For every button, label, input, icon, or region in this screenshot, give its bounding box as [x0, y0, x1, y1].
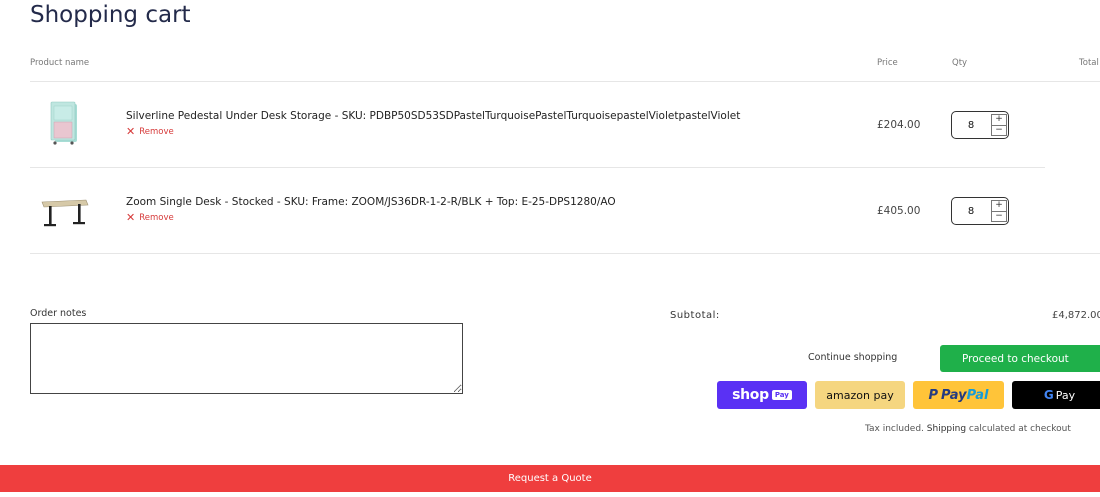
decrement-button[interactable]: − [992, 125, 1006, 136]
paypal-button[interactable]: P PayPal [913, 381, 1004, 409]
item-price: £405.00 [877, 205, 921, 217]
shop-pay-button[interactable]: shop Pay [717, 381, 807, 409]
google-pay-button[interactable]: G Pay [1012, 381, 1100, 409]
subtotal-label: Subtotal: [670, 310, 720, 321]
remove-label: Remove [139, 213, 174, 223]
column-header-qty: Qty [952, 58, 968, 68]
paypal-icon: P [928, 387, 939, 403]
item-price: £204.00 [877, 119, 921, 131]
remove-button[interactable]: ✕ Remove [126, 211, 174, 224]
increment-button[interactable]: + [992, 201, 1006, 211]
google-g-icon: G [1043, 388, 1054, 402]
quantity-stepper: + − [951, 111, 1009, 139]
remove-button[interactable]: ✕ Remove [126, 125, 174, 138]
shipping-link[interactable]: Shipping [927, 424, 966, 434]
cart-row-2: Zoom Single Desk - Stocked - SKU: Frame:… [30, 168, 1045, 254]
amazon-pay-button[interactable]: amazon pay [815, 381, 905, 409]
order-notes-label: Order notes [30, 308, 87, 319]
row-divider [30, 253, 1100, 254]
page-title: Shopping cart [30, 2, 191, 28]
product-name[interactable]: Silverline Pedestal Under Desk Storage -… [126, 110, 740, 122]
quantity-input[interactable] [952, 198, 990, 224]
shop-pay-logo: shop [732, 387, 769, 403]
remove-label: Remove [139, 127, 174, 137]
proceed-to-checkout-button[interactable]: Proceed to checkout [940, 345, 1100, 372]
quantity-input[interactable] [952, 112, 990, 138]
quantity-buttons: + − [991, 114, 1007, 136]
close-icon: ✕ [126, 211, 136, 224]
subtotal-value: £4,872.00 [1052, 310, 1100, 321]
close-icon: ✕ [126, 125, 136, 138]
column-header-price: Price [877, 58, 898, 68]
shop-pay-badge: Pay [771, 390, 792, 400]
order-notes-field[interactable] [30, 323, 463, 394]
pedestal-storage-icon [50, 101, 77, 145]
desk-icon [41, 199, 89, 227]
quantity-stepper: + − [951, 197, 1009, 225]
product-name[interactable]: Zoom Single Desk - Stocked - SKU: Frame:… [126, 196, 616, 208]
increment-button[interactable]: + [992, 115, 1006, 125]
tax-shipping-note: Tax included. Shipping calculated at che… [865, 424, 1071, 434]
google-pay-label: Pay [1055, 388, 1076, 402]
column-header-total: Total [1079, 58, 1099, 68]
amazon-pay-logo: amazon pay [826, 388, 894, 402]
decrement-button[interactable]: − [992, 211, 1006, 222]
page-bottom [0, 492, 1100, 497]
cart-row-1: Silverline Pedestal Under Desk Storage -… [30, 82, 1045, 168]
continue-shopping-link[interactable]: Continue shopping [808, 352, 897, 363]
column-header-product: Product name [30, 58, 90, 68]
paypal-logo: PayPal [941, 387, 989, 403]
request-quote-button[interactable]: Request a Quote [0, 465, 1100, 492]
quantity-buttons: + − [991, 200, 1007, 222]
